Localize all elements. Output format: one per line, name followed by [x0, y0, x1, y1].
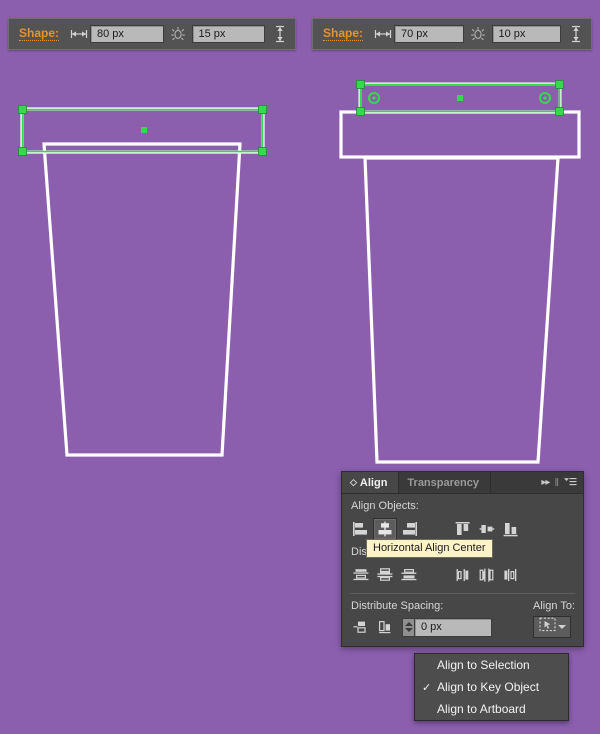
shape-control-bar-right[interactable]: Shape: 70 px 10 px — [312, 18, 592, 50]
vertical-distribute-top-button[interactable] — [349, 564, 373, 586]
cup-left-lid[interactable] — [20, 107, 265, 154]
tab-transparency[interactable]: Transparency — [399, 472, 491, 493]
menu-item-align-to-artboard[interactable]: Align to Artboard — [415, 698, 568, 720]
distribute-objects-button-row — [342, 562, 583, 588]
corner-radius-icon — [164, 26, 192, 42]
menu-item-align-to-key-object[interactable]: Align to Key Object — [415, 676, 568, 698]
selection-handle-bl — [18, 147, 27, 156]
vertical-distribute-center-button[interactable] — [373, 564, 397, 586]
selection-handle-tl — [356, 80, 365, 89]
stepper-down-icon[interactable] — [404, 628, 413, 632]
selection-handle-tr — [555, 80, 564, 89]
horizontal-distribute-right-button[interactable] — [499, 564, 523, 586]
shape-control-bar-left[interactable]: Shape: 80 px 15 px — [8, 18, 296, 50]
cup-left-center-point — [141, 127, 147, 133]
cup-right-lid-top[interactable] — [358, 82, 562, 114]
selection-handle-tr — [258, 105, 267, 114]
panel-grip-icon: ‖ — [554, 476, 559, 489]
align-to-menu[interactable]: Align to Selection Align to Key Object A… — [414, 653, 569, 721]
menu-item-label: Align to Selection — [437, 658, 530, 672]
artboard-canvas — [18, 80, 581, 464]
shape-width-value-right: 70 px — [401, 28, 428, 40]
align-objects-label: Align Objects: — [351, 500, 419, 512]
tooltip-text: Horizontal Align Center — [373, 542, 486, 554]
selection-handle-br — [258, 147, 267, 156]
spacing-input[interactable]: 0 px — [414, 617, 492, 637]
width-arrows-icon — [372, 28, 394, 40]
horizontal-align-center-button[interactable] — [373, 518, 397, 540]
shape-height-value-left: 15 px — [198, 28, 226, 40]
shape-label-right: Shape: — [323, 26, 364, 41]
corner-radius-icon — [464, 26, 492, 42]
panel-menu-icon[interactable] — [564, 474, 577, 492]
panel-divider — [350, 593, 575, 594]
height-arrows-icon — [561, 25, 591, 43]
selection-handle-tl — [18, 105, 27, 114]
shape-width-input-right[interactable]: 70 px — [394, 25, 464, 43]
shape-width-input-left[interactable]: 80 px — [90, 25, 164, 43]
shape-label-left: Shape: — [19, 26, 60, 41]
cup-left[interactable] — [20, 107, 265, 457]
vertical-distribute-bottom-button[interactable] — [397, 564, 421, 586]
tab-align[interactable]: ◇ Align — [342, 472, 400, 493]
anchor-point-left — [368, 92, 380, 104]
cup-right-center-point — [457, 95, 463, 101]
cup-left-selection — [18, 105, 267, 156]
distribute-spacing-label: Distribute Spacing: — [351, 600, 444, 612]
shape-height-value-right: 10 px — [498, 28, 526, 40]
width-arrows-icon — [68, 28, 90, 40]
tab-transparency-label: Transparency — [407, 476, 479, 489]
double-arrow-right-icon[interactable]: ▸▸ — [541, 477, 550, 488]
horizontal-distribute-space-button[interactable] — [373, 616, 397, 638]
align-to-label: Align To: — [533, 600, 575, 612]
shape-height-input-right[interactable]: 10 px — [491, 25, 561, 43]
horizontal-distribute-left-button[interactable] — [451, 564, 475, 586]
vertical-distribute-space-button[interactable] — [349, 616, 373, 638]
cup-right-body[interactable] — [363, 156, 560, 464]
anchor-point-right — [539, 92, 551, 104]
panel-collapse-icon[interactable]: ◇ — [350, 478, 357, 487]
spacing-stepper[interactable] — [402, 617, 414, 637]
stepper-up-icon[interactable] — [404, 622, 413, 626]
tab-align-label: Align — [359, 476, 388, 489]
height-arrows-icon — [265, 25, 295, 43]
align-panel[interactable]: ◇ Align Transparency ▸▸ ‖ Align Objects:… — [341, 471, 584, 647]
selection-handle-bl — [356, 107, 365, 116]
shape-height-input-left[interactable]: 15 px — [191, 25, 265, 43]
panel-tab-bar[interactable]: ◇ Align Transparency ▸▸ ‖ — [342, 472, 583, 494]
cup-right-lid-lower[interactable] — [339, 110, 581, 159]
spacing-value: 0 px — [421, 621, 442, 633]
vertical-align-top-button[interactable] — [451, 518, 475, 540]
horizontal-align-right-button[interactable] — [397, 518, 421, 540]
horizontal-distribute-center-button[interactable] — [475, 564, 499, 586]
menu-item-label: Align to Key Object — [437, 680, 540, 694]
shape-width-value-left: 80 px — [97, 28, 124, 40]
chevron-down-icon[interactable] — [557, 625, 566, 629]
menu-item-label: Align to Artboard — [437, 702, 526, 716]
tooltip: Horizontal Align Center — [366, 539, 493, 558]
selection-handle-br — [555, 107, 564, 116]
horizontal-align-left-button[interactable] — [349, 518, 373, 540]
cup-right-selection — [356, 80, 564, 116]
align-to-dropdown-button[interactable] — [533, 616, 571, 638]
cup-left-body[interactable] — [42, 142, 242, 457]
vertical-align-center-button[interactable] — [475, 518, 499, 540]
vertical-align-bottom-button[interactable] — [499, 518, 523, 540]
cup-right[interactable] — [339, 82, 581, 464]
align-to-key-object-icon — [538, 617, 556, 637]
menu-item-align-to-selection[interactable]: Align to Selection — [415, 654, 568, 676]
